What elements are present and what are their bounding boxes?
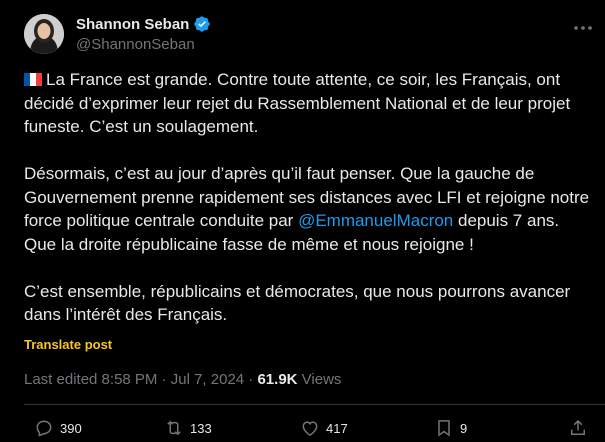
french-flag-icon (24, 73, 42, 86)
mention-link[interactable]: @EmmanuelMacron (298, 211, 453, 230)
reply-button[interactable]: 390 (34, 418, 82, 438)
like-count: 417 (326, 420, 348, 436)
repost-count: 133 (190, 420, 212, 436)
reply-icon (36, 420, 52, 437)
author-name[interactable]: Shannon Seban (76, 16, 189, 33)
share-button[interactable] (568, 418, 588, 438)
action-bar: 390 133 417 9 (34, 418, 594, 442)
divider (24, 404, 605, 405)
author-handle[interactable]: @ShannonSeban (76, 36, 195, 53)
bookmark-icon (438, 420, 450, 437)
repost-button[interactable]: 133 (164, 418, 212, 438)
post-paragraph-1-text: La France est grande. Contre toute atten… (24, 70, 571, 136)
post-paragraph-2: Désormais, c’est au jour d’après qu’il f… (24, 162, 594, 256)
avatar-image (24, 14, 64, 54)
verified-badge-icon (194, 16, 211, 32)
avatar[interactable] (24, 14, 64, 54)
post-meta: Last edited 8:58 PM · Jul 7, 2024 · 61.9… (24, 371, 341, 388)
more-dots-icon (574, 26, 592, 30)
translate-post-link[interactable]: Translate post (24, 337, 112, 352)
share-icon (571, 419, 585, 435)
heart-icon (302, 421, 318, 436)
post: Shannon Seban @ShannonSeban La France es… (0, 0, 605, 441)
repost-icon (167, 420, 181, 436)
like-button[interactable]: 417 (300, 418, 348, 438)
post-text: La France est grande. Contre toute atten… (24, 68, 594, 327)
post-paragraph-1: La France est grande. Contre toute atten… (24, 68, 594, 139)
views-label: Views (297, 371, 342, 388)
bookmark-button[interactable]: 9 (434, 418, 467, 438)
edited-timestamp[interactable]: Last edited 8:58 PM · Jul 7, 2024 · (24, 371, 257, 388)
more-options-button[interactable] (572, 18, 594, 38)
views-count: 61.9K (257, 371, 298, 388)
bookmark-count: 9 (460, 420, 468, 436)
post-paragraph-3: C’est ensemble, républicains et démocrat… (24, 281, 571, 325)
reply-count: 390 (60, 420, 82, 436)
author-name-row[interactable]: Shannon Seban (76, 15, 211, 33)
